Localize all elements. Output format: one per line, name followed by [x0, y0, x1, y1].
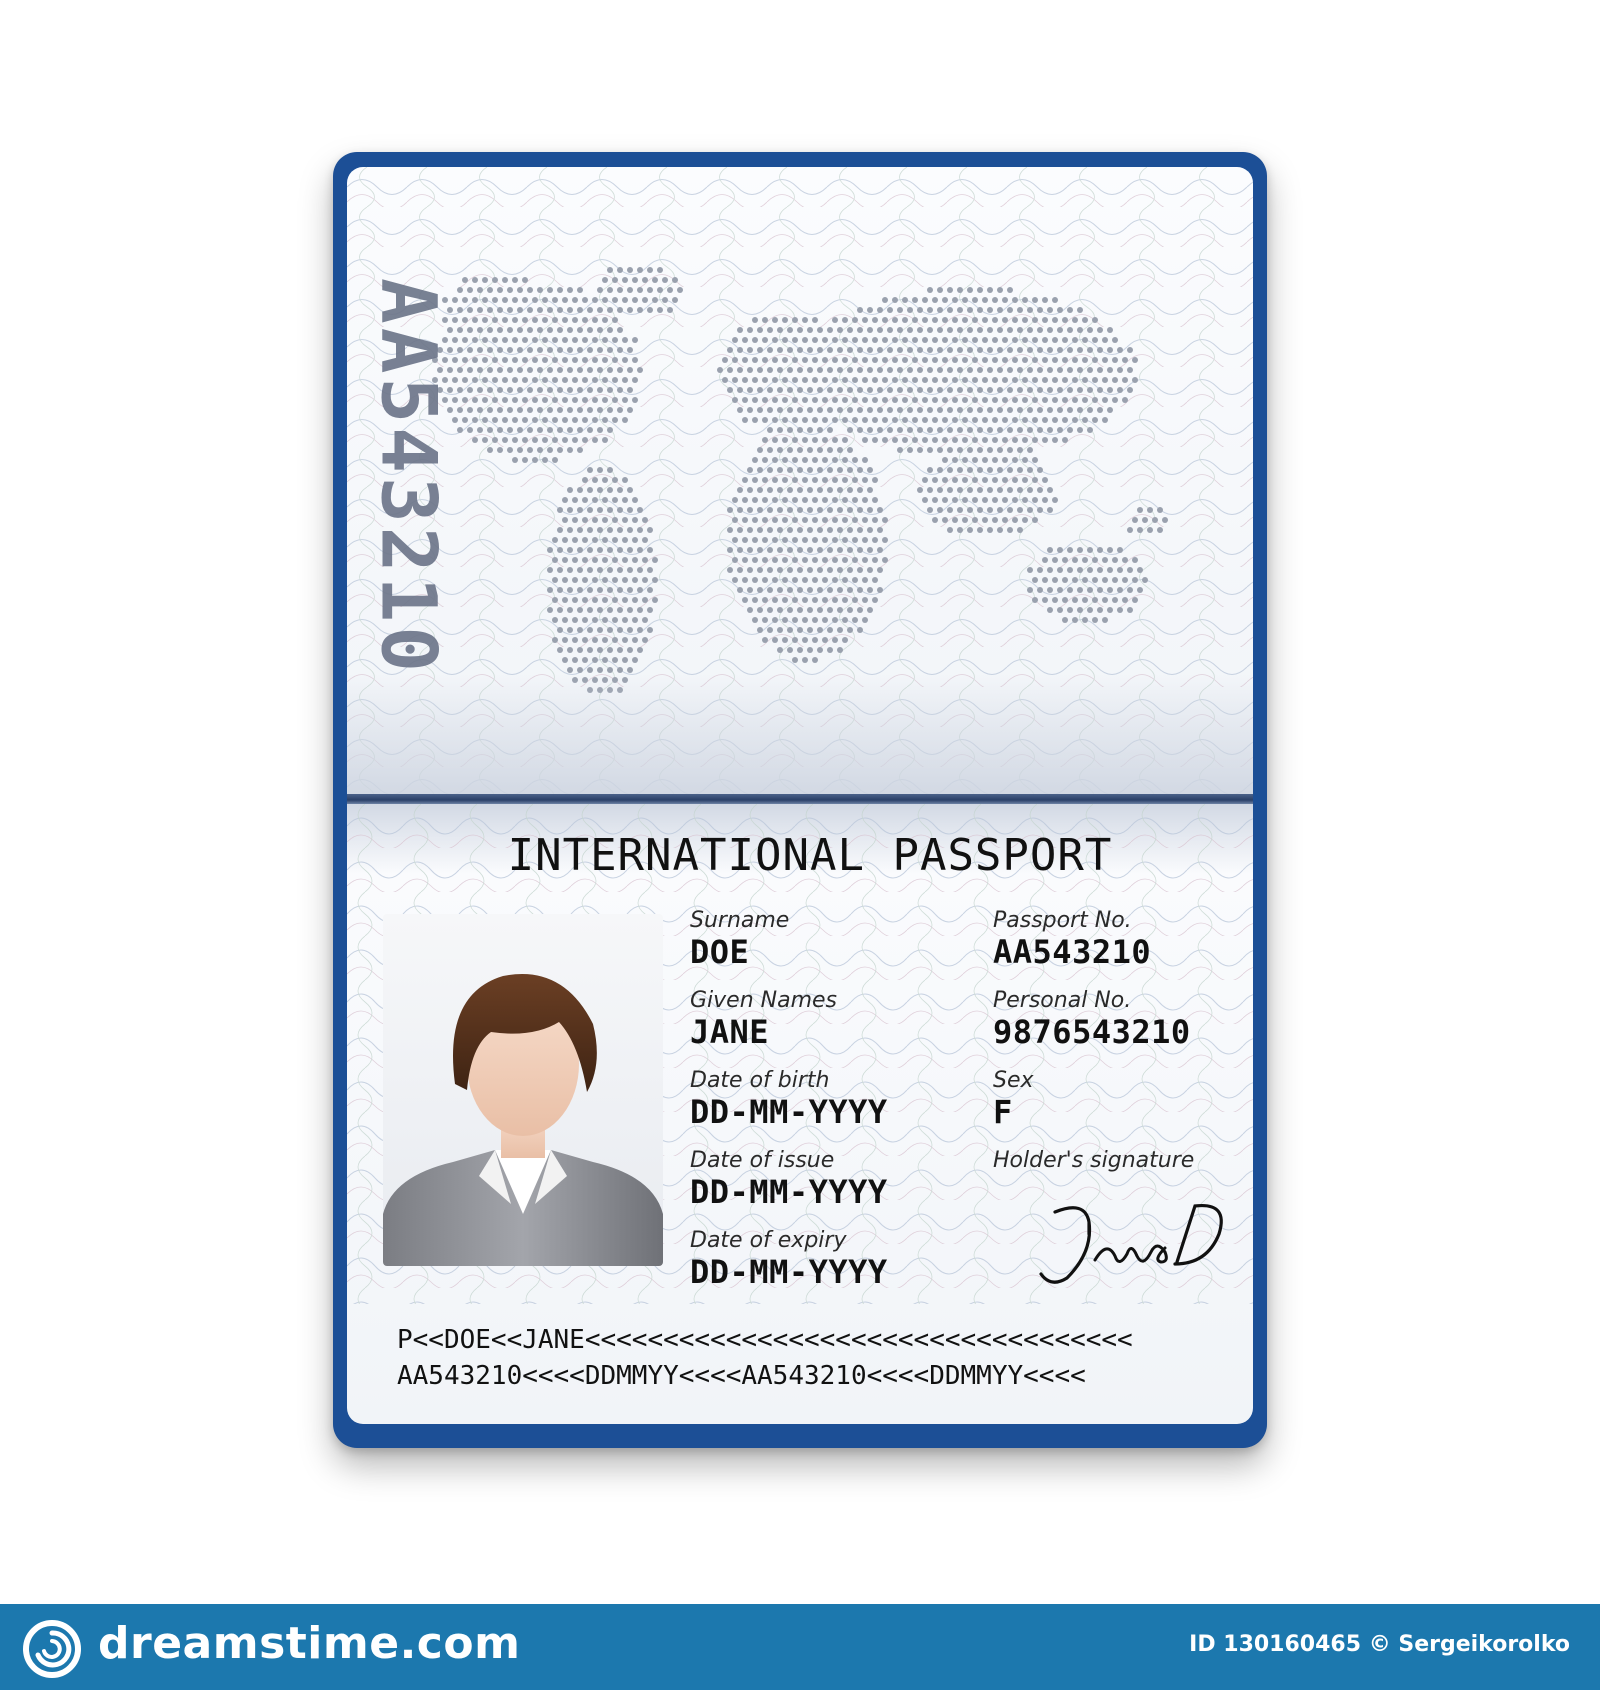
passport-no-label: Passport No.	[993, 908, 1132, 933]
date-of-issue-value: DD-MM-YYYY	[690, 1173, 888, 1211]
date-of-expiry-label: Date of expiry	[690, 1228, 847, 1253]
passport-title: INTERNATIONAL PASSPORT	[507, 830, 1113, 881]
personal-no-value: 9876543210	[993, 1013, 1191, 1051]
footer-brand-text: dreamstime.com	[98, 1618, 521, 1669]
date-of-birth-field: Date of birth DD-MM-YYYY	[690, 1068, 888, 1130]
sex-label: Sex	[993, 1068, 1034, 1093]
passport-data-page: INTERNATIONAL PASSPORT Surname DOE Given…	[347, 804, 1253, 1424]
personal-no-label: Personal No.	[993, 988, 1132, 1013]
surname-label: Surname	[690, 908, 790, 933]
watermark-footer: dreamstime.com ID 130160465 © Sergeikoro…	[0, 1604, 1600, 1690]
date-of-issue-label: Date of issue	[690, 1148, 835, 1173]
given-names-value: JANE	[690, 1013, 770, 1051]
passport-no-field: Passport No. AA543210	[993, 908, 1151, 970]
holder-signature-field: Holder's signature	[993, 1148, 1194, 1174]
vertical-passport-number: AA543210	[365, 237, 454, 717]
holder-signature-label: Holder's signature	[993, 1148, 1195, 1173]
world-map-dots	[432, 267, 1168, 693]
sex-field: Sex F	[993, 1068, 1034, 1130]
sex-value: F	[993, 1093, 1013, 1131]
date-of-issue-field: Date of issue DD-MM-YYYY	[690, 1148, 888, 1210]
passport-top-page: AA543210	[347, 167, 1253, 794]
passport-no-value: AA543210	[993, 933, 1152, 971]
footer-image-id: ID 130160465 © Sergeikorolko	[1189, 1632, 1570, 1657]
avatar-icon	[383, 974, 663, 1266]
given-names-field: Given Names JANE	[690, 988, 837, 1050]
vertical-passport-number-text: AA543210	[364, 277, 454, 677]
holder-photo	[383, 914, 663, 1266]
date-of-birth-value: DD-MM-YYYY	[690, 1093, 888, 1131]
dreamstime-logo-icon	[23, 1620, 81, 1678]
date-of-expiry-field: Date of expiry DD-MM-YYYY	[690, 1228, 888, 1290]
surname-field: Surname DOE	[690, 908, 789, 970]
date-of-birth-label: Date of birth	[690, 1068, 830, 1093]
machine-readable-zone: P<<DOE<<JANE<<<<<<<<<<<<<<<<<<<<<<<<<<<<…	[397, 1322, 1133, 1394]
personal-no-field: Personal No. 9876543210	[993, 988, 1191, 1050]
date-of-expiry-value: DD-MM-YYYY	[690, 1253, 888, 1291]
surname-value: DOE	[690, 933, 750, 971]
mrz-line-2: AA543210<<<<DDMMYY<<<<AA543210<<<<DDMMYY…	[397, 1361, 1086, 1391]
holder-signature-image	[1039, 1203, 1223, 1284]
booklet-fold	[347, 794, 1253, 804]
mrz-line-1: P<<DOE<<JANE<<<<<<<<<<<<<<<<<<<<<<<<<<<<…	[397, 1325, 1133, 1355]
given-names-label: Given Names	[690, 988, 838, 1013]
passport-booklet: AA543210 INTERNATIONAL PASSPORT Surname …	[333, 152, 1267, 1448]
